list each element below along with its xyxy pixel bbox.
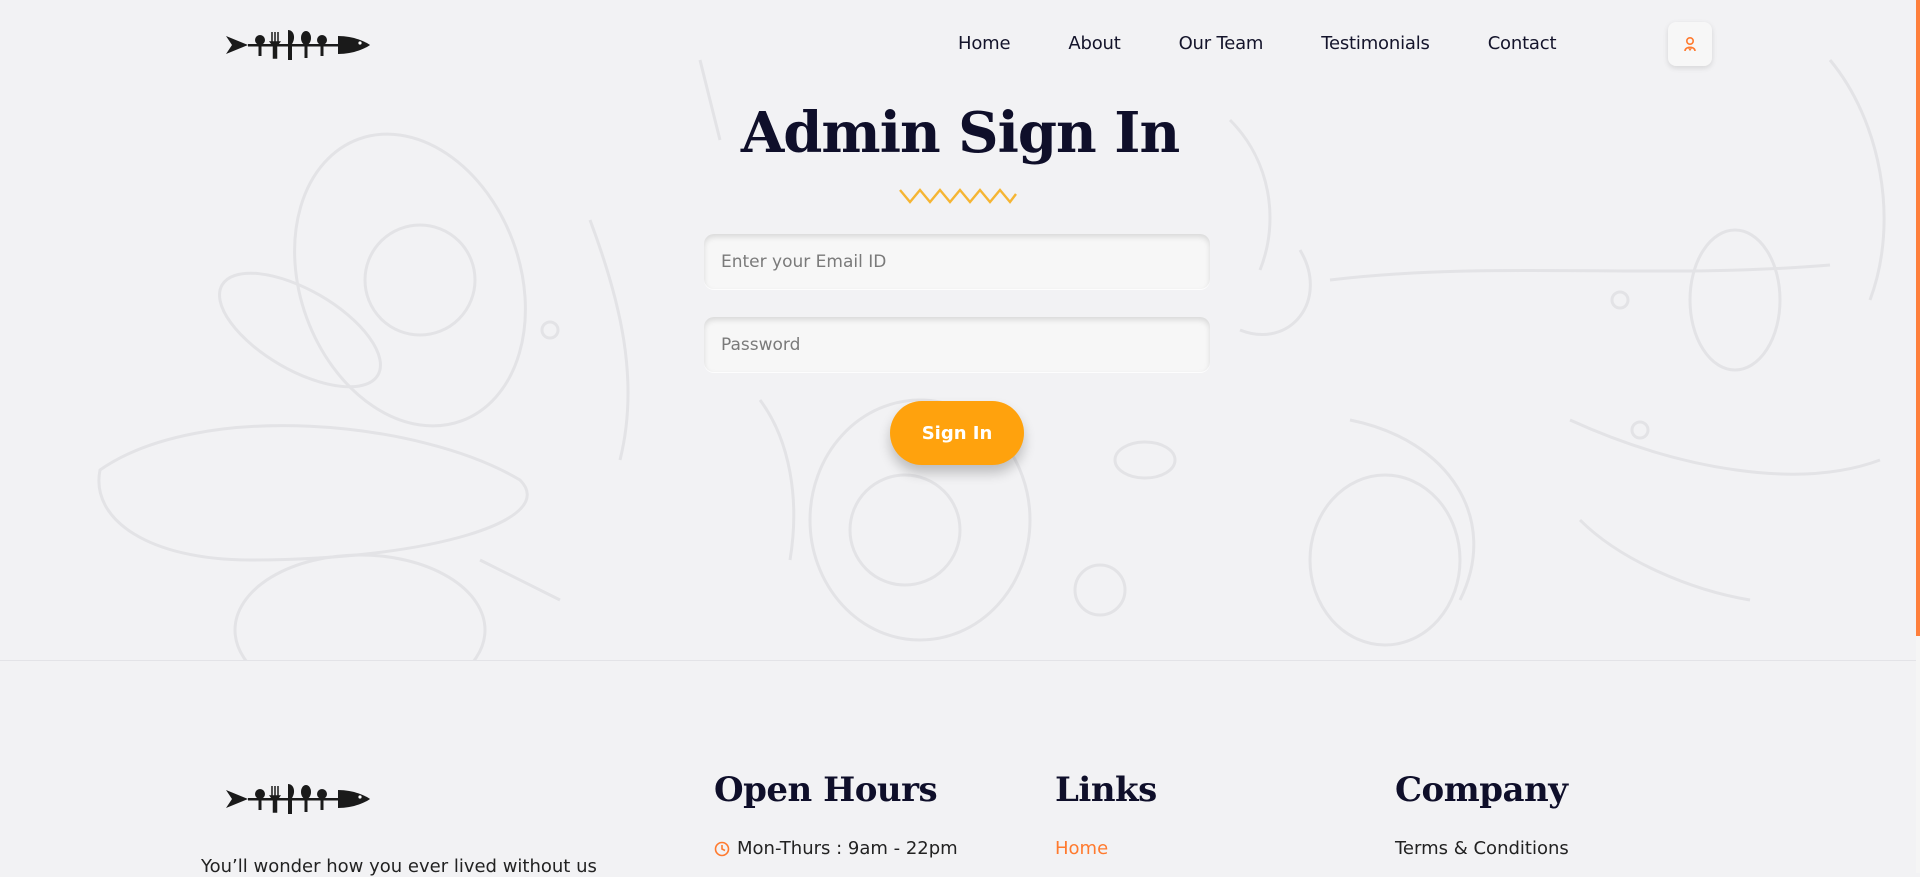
- chef-icon: [1684, 36, 1696, 52]
- nav-about[interactable]: About: [1068, 33, 1120, 54]
- admin-user-button[interactable]: [1668, 22, 1712, 66]
- footer-link-home[interactable]: Home: [1055, 838, 1108, 859]
- nav-contact[interactable]: Contact: [1488, 33, 1557, 54]
- section-divider: [0, 660, 1916, 661]
- cutlery-fish-logo[interactable]: [226, 28, 370, 62]
- clock-icon: [714, 841, 730, 856]
- email-field[interactable]: [704, 234, 1210, 289]
- open-hours-text: Mon-Thurs : 9am - 22pm: [737, 838, 958, 859]
- footer-tagline: You’ll wonder how you ever lived without…: [201, 856, 597, 877]
- nav-home[interactable]: Home: [958, 33, 1011, 54]
- nav-our-team[interactable]: Our Team: [1179, 33, 1264, 54]
- company-heading: Company: [1395, 770, 1568, 810]
- sign-in-button[interactable]: Sign In: [890, 401, 1024, 465]
- site-header: Home About Our Team Testimonials Contact: [0, 0, 1920, 90]
- zigzag-divider: [899, 188, 1017, 204]
- password-field[interactable]: [704, 317, 1210, 372]
- footer-link-terms[interactable]: Terms & Conditions: [1395, 838, 1569, 859]
- links-heading: Links: [1055, 770, 1157, 810]
- scrollbar-thumb[interactable]: [1916, 0, 1920, 636]
- footer-logo[interactable]: [226, 782, 370, 816]
- nav-testimonials[interactable]: Testimonials: [1321, 33, 1430, 54]
- main-nav: Home About Our Team Testimonials Contact: [958, 33, 1557, 54]
- open-hours-heading: Open Hours: [714, 770, 938, 810]
- scrollbar-track[interactable]: [1916, 0, 1920, 873]
- page-title: Admin Sign In: [740, 100, 1180, 166]
- open-hours-item: Mon-Thurs : 9am - 22pm: [714, 838, 958, 859]
